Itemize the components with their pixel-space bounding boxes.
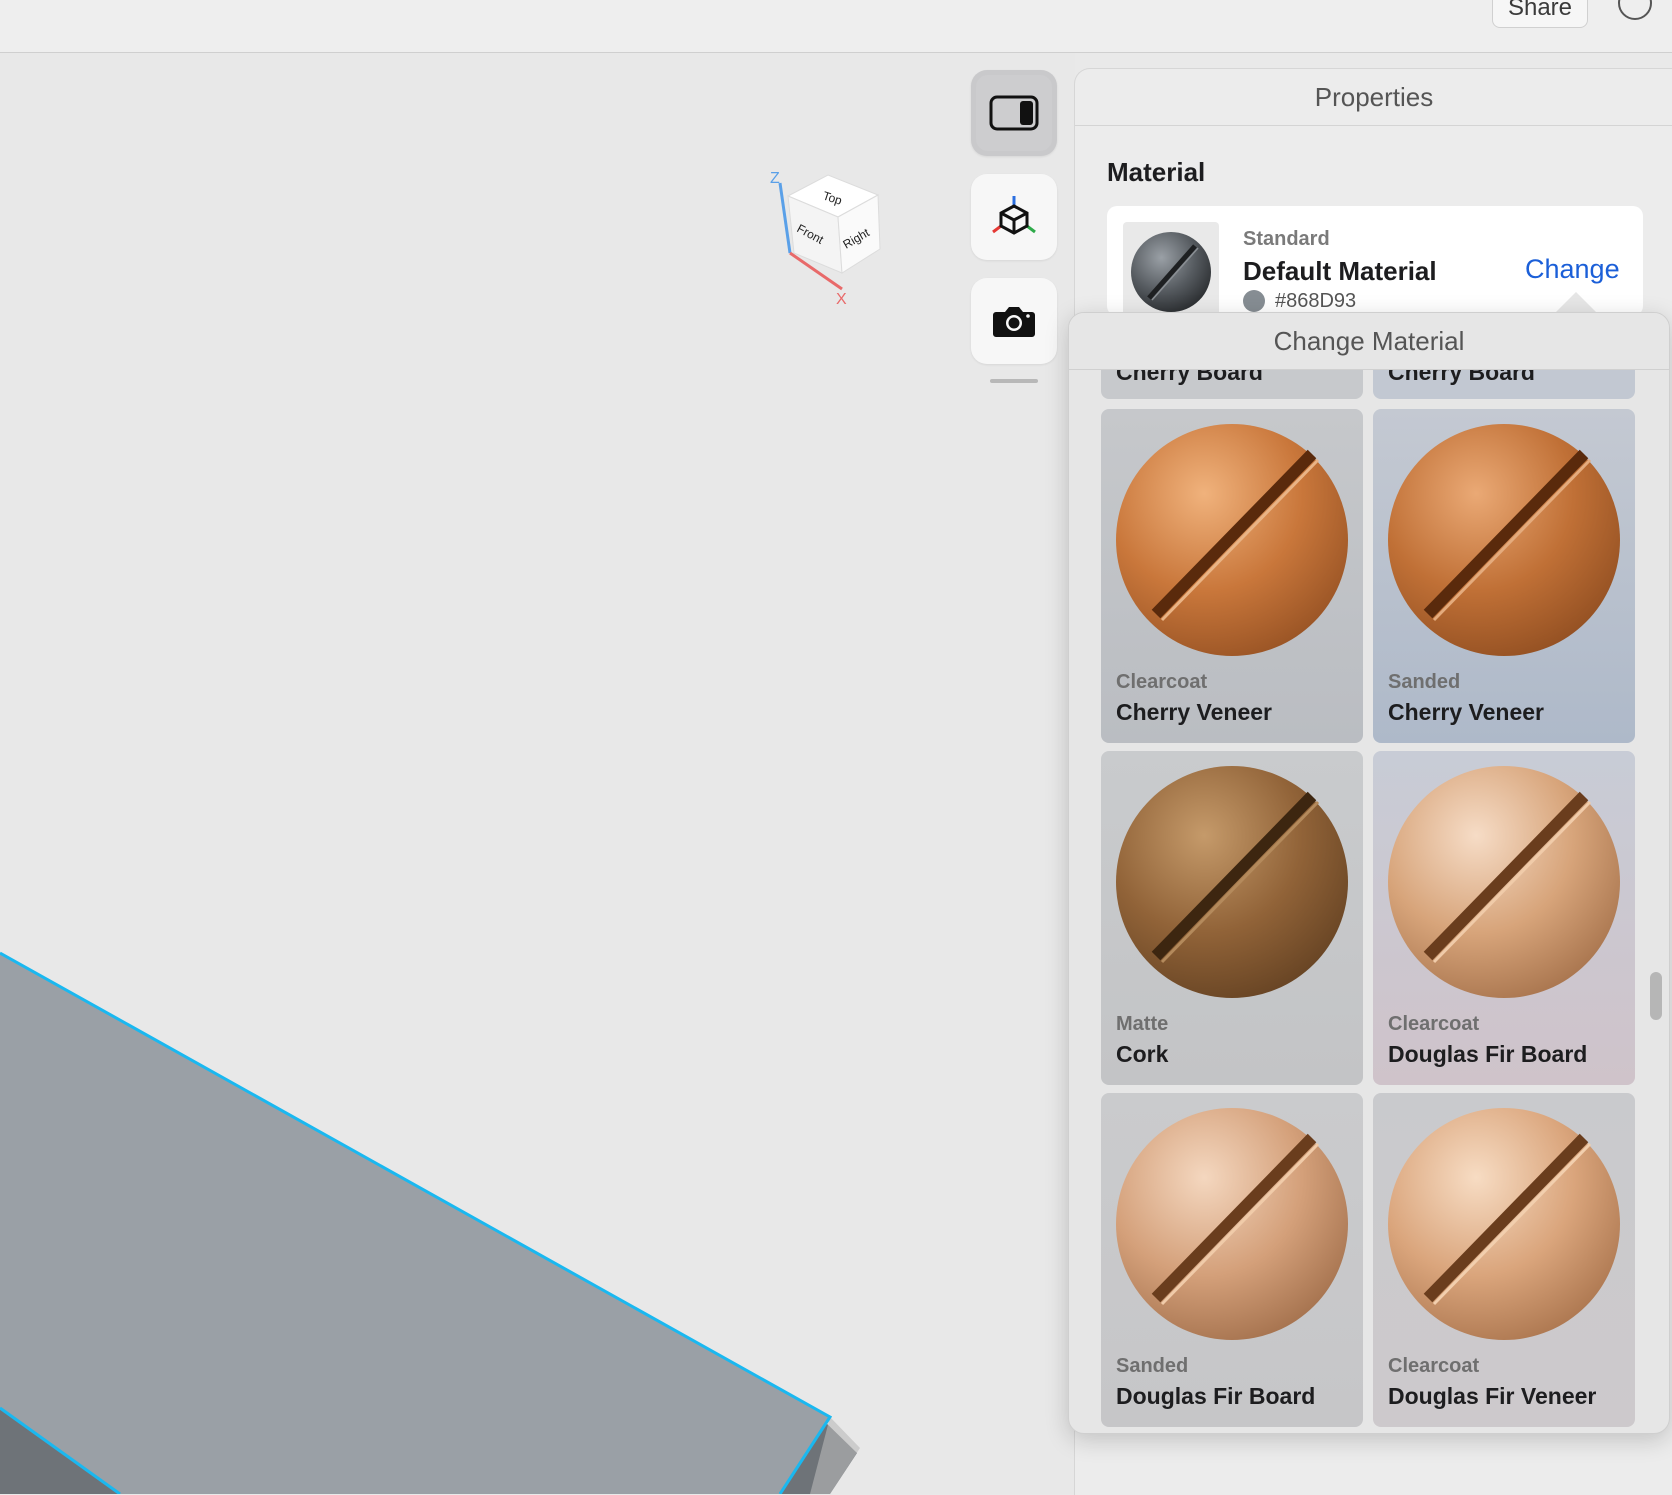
material-finish: Sanded bbox=[1388, 671, 1461, 693]
material-thumbnail bbox=[1123, 222, 1219, 316]
model-canvas[interactable] bbox=[0, 53, 1075, 1494]
material-tile[interactable]: Sanded Cherry Veneer bbox=[1373, 409, 1635, 743]
popover-arrow bbox=[1554, 292, 1598, 314]
material-preview-sphere bbox=[1116, 1108, 1348, 1340]
share-button[interactable]: Share bbox=[1492, 0, 1588, 28]
model-top-face[interactable] bbox=[0, 953, 830, 1494]
material-finish: Sanded bbox=[1116, 1355, 1189, 1377]
material-grid[interactable]: Cherry Board Cherry Board Clearcoat Cher… bbox=[1101, 339, 1637, 1433]
material-tile-name: Douglas Fir Board bbox=[1388, 1041, 1588, 1067]
material-tile[interactable]: Clearcoat Douglas Fir Board bbox=[1373, 751, 1635, 1085]
panel-toggle-button[interactable] bbox=[971, 70, 1057, 156]
material-tile[interactable]: Clearcoat Cherry Veneer bbox=[1101, 409, 1363, 743]
axes-button[interactable] bbox=[971, 174, 1057, 260]
toolbar-drag-handle[interactable] bbox=[990, 379, 1038, 383]
material-tile-name: Douglas Fir Veneer bbox=[1388, 1383, 1597, 1409]
material-finish: Matte bbox=[1116, 1013, 1169, 1035]
material-tile[interactable]: Clearcoat Douglas Fir Veneer bbox=[1373, 1093, 1635, 1427]
change-material-button[interactable]: Change bbox=[1525, 254, 1620, 285]
material-tile-name: Cherry Veneer bbox=[1116, 699, 1272, 725]
material-color-swatch bbox=[1243, 290, 1265, 312]
properties-title: Properties bbox=[1075, 69, 1672, 126]
material-tile-name: Cherry Veneer bbox=[1388, 699, 1544, 725]
camera-icon bbox=[993, 307, 1035, 337]
material-tile[interactable]: Matte Cork bbox=[1101, 751, 1363, 1085]
change-material-popover: Change Material Cherry Board Cherry Boar… bbox=[1068, 312, 1670, 1434]
panel-toggle-icon bbox=[989, 95, 1039, 131]
material-preview-sphere bbox=[1116, 424, 1348, 656]
material-type: Standard bbox=[1243, 228, 1330, 250]
axis-z-label: Z bbox=[770, 170, 780, 187]
info-icon[interactable] bbox=[1618, 0, 1652, 20]
material-finish: Clearcoat bbox=[1116, 671, 1208, 693]
material-section-label: Material bbox=[1107, 157, 1206, 187]
view-cube[interactable]: Z X Top Front Right bbox=[760, 113, 890, 313]
popover-scrollbar[interactable] bbox=[1650, 972, 1662, 1020]
top-toolbar: Share bbox=[0, 0, 1672, 53]
material-preview-sphere bbox=[1388, 766, 1620, 998]
axes-cube-icon bbox=[992, 196, 1036, 235]
material-name: Default Material bbox=[1243, 256, 1437, 286]
material-tile-name: Cork bbox=[1116, 1041, 1169, 1067]
material-tile-name: Douglas Fir Board bbox=[1116, 1383, 1316, 1409]
popover-title: Change Material bbox=[1069, 313, 1669, 370]
axis-x-label: X bbox=[836, 291, 847, 308]
camera-button[interactable] bbox=[971, 278, 1057, 364]
3d-viewport[interactable]: Z X Top Front Right bbox=[0, 53, 1075, 1494]
material-preview-sphere bbox=[1388, 1108, 1620, 1340]
material-preview-sphere bbox=[1388, 424, 1620, 656]
material-tile[interactable]: Sanded Douglas Fir Board bbox=[1101, 1093, 1363, 1427]
material-finish: Clearcoat bbox=[1388, 1355, 1480, 1377]
material-preview-sphere bbox=[1116, 766, 1348, 998]
material-hex: #868D93 bbox=[1275, 290, 1357, 312]
material-finish: Clearcoat bbox=[1388, 1013, 1480, 1035]
